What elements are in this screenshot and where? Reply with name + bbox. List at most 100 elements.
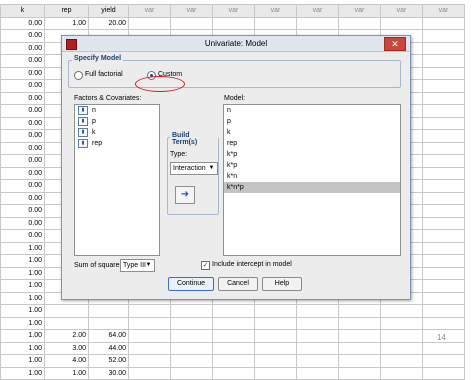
table-cell[interactable]: 20.00 <box>88 16 129 30</box>
table-cell[interactable]: 0.00 <box>0 191 45 205</box>
table-cell[interactable]: 0.00 <box>0 179 45 193</box>
table-cell[interactable] <box>422 79 465 93</box>
table-cell[interactable] <box>254 329 297 343</box>
table-cell[interactable] <box>88 304 129 318</box>
table-cell[interactable] <box>422 341 465 355</box>
table-cell[interactable] <box>422 229 465 243</box>
table-cell[interactable]: 4.00 <box>44 354 89 368</box>
close-button[interactable]: ✕ <box>384 37 406 51</box>
table-cell[interactable] <box>212 354 255 368</box>
table-cell[interactable]: 0.00 <box>0 166 45 180</box>
table-cell[interactable]: 1.00 <box>44 366 89 380</box>
table-cell[interactable] <box>212 366 255 380</box>
column-header[interactable]: var <box>296 4 339 18</box>
table-cell[interactable] <box>128 341 171 355</box>
model-term-item[interactable]: k*n <box>224 171 400 182</box>
table-cell[interactable] <box>44 316 89 330</box>
table-cell[interactable] <box>170 329 213 343</box>
table-cell[interactable] <box>170 366 213 380</box>
table-cell[interactable]: 30.00 <box>88 366 129 380</box>
table-cell[interactable]: 0.00 <box>0 129 45 143</box>
table-cell[interactable] <box>212 304 255 318</box>
table-cell[interactable] <box>170 341 213 355</box>
table-cell[interactable] <box>380 341 423 355</box>
column-header[interactable]: var <box>170 4 213 18</box>
table-cell[interactable]: 1.00 <box>0 341 45 355</box>
column-header[interactable]: rep <box>44 4 89 18</box>
table-cell[interactable]: 44.00 <box>88 341 129 355</box>
table-cell[interactable]: 0.00 <box>0 154 45 168</box>
table-cell[interactable] <box>422 354 465 368</box>
table-cell[interactable]: 0.00 <box>0 116 45 130</box>
type-select[interactable]: Interaction ▼ <box>170 162 218 175</box>
full-factorial-radio[interactable] <box>74 71 83 80</box>
table-cell[interactable] <box>88 316 129 330</box>
table-cell[interactable]: 1.00 <box>0 304 45 318</box>
cancel-button[interactable]: Cancel <box>218 277 258 291</box>
help-button[interactable]: Help <box>262 277 302 291</box>
column-header[interactable]: var <box>422 4 465 18</box>
table-cell[interactable] <box>422 154 465 168</box>
table-cell[interactable] <box>422 41 465 55</box>
factors-listbox[interactable]: ▮ n ▮ p ▮ k ▮ rep <box>74 104 160 256</box>
table-cell[interactable]: 0.00 <box>0 16 45 30</box>
table-cell[interactable]: 1.00 <box>0 266 45 280</box>
table-cell[interactable] <box>128 329 171 343</box>
column-header[interactable]: var <box>128 4 171 18</box>
factor-item[interactable]: ▮ p <box>75 116 159 127</box>
table-cell[interactable] <box>170 316 213 330</box>
table-cell[interactable] <box>254 316 297 330</box>
table-cell[interactable] <box>422 254 465 268</box>
table-cell[interactable] <box>380 16 423 30</box>
sum-of-squares-select[interactable]: Type III ▼ <box>120 259 155 272</box>
table-cell[interactable] <box>380 366 423 380</box>
table-cell[interactable]: 0.00 <box>0 204 45 218</box>
model-term-item[interactable]: p <box>224 116 400 127</box>
table-cell[interactable] <box>422 116 465 130</box>
table-cell[interactable] <box>296 316 339 330</box>
table-cell[interactable] <box>338 16 381 30</box>
table-cell[interactable] <box>254 341 297 355</box>
factor-item[interactable]: ▮ n <box>75 105 159 116</box>
model-term-item[interactable]: k*p <box>224 160 400 171</box>
table-cell[interactable] <box>254 16 297 30</box>
table-cell[interactable] <box>422 66 465 80</box>
table-cell[interactable] <box>422 141 465 155</box>
table-cell[interactable] <box>422 54 465 68</box>
table-cell[interactable] <box>422 366 465 380</box>
table-cell[interactable] <box>338 354 381 368</box>
column-header[interactable]: var <box>254 4 297 18</box>
table-cell[interactable] <box>44 304 89 318</box>
table-cell[interactable]: 0.00 <box>0 41 45 55</box>
model-term-item[interactable]: k*n*p <box>224 182 400 193</box>
model-term-item[interactable]: rep <box>224 138 400 149</box>
table-cell[interactable] <box>338 329 381 343</box>
table-cell[interactable] <box>170 304 213 318</box>
table-cell[interactable]: 0.00 <box>0 54 45 68</box>
table-cell[interactable]: 64.00 <box>88 329 129 343</box>
table-cell[interactable] <box>128 16 171 30</box>
table-cell[interactable] <box>296 16 339 30</box>
table-cell[interactable]: 1.00 <box>0 254 45 268</box>
table-cell[interactable] <box>128 354 171 368</box>
table-cell[interactable] <box>422 16 465 30</box>
table-cell[interactable] <box>212 329 255 343</box>
table-cell[interactable] <box>422 241 465 255</box>
table-cell[interactable] <box>296 341 339 355</box>
table-cell[interactable] <box>212 341 255 355</box>
table-cell[interactable] <box>338 341 381 355</box>
column-header[interactable]: var <box>338 4 381 18</box>
table-cell[interactable] <box>212 16 255 30</box>
table-cell[interactable]: 0.00 <box>0 229 45 243</box>
model-term-item[interactable]: n <box>224 105 400 116</box>
table-cell[interactable] <box>422 129 465 143</box>
table-cell[interactable]: 1.00 <box>0 329 45 343</box>
table-cell[interactable] <box>422 316 465 330</box>
table-cell[interactable] <box>422 279 465 293</box>
table-cell[interactable] <box>128 304 171 318</box>
table-cell[interactable]: 1.00 <box>0 354 45 368</box>
factor-item[interactable]: ▮ rep <box>75 138 159 149</box>
table-cell[interactable]: 0.00 <box>0 141 45 155</box>
table-cell[interactable] <box>422 91 465 105</box>
table-cell[interactable] <box>338 304 381 318</box>
